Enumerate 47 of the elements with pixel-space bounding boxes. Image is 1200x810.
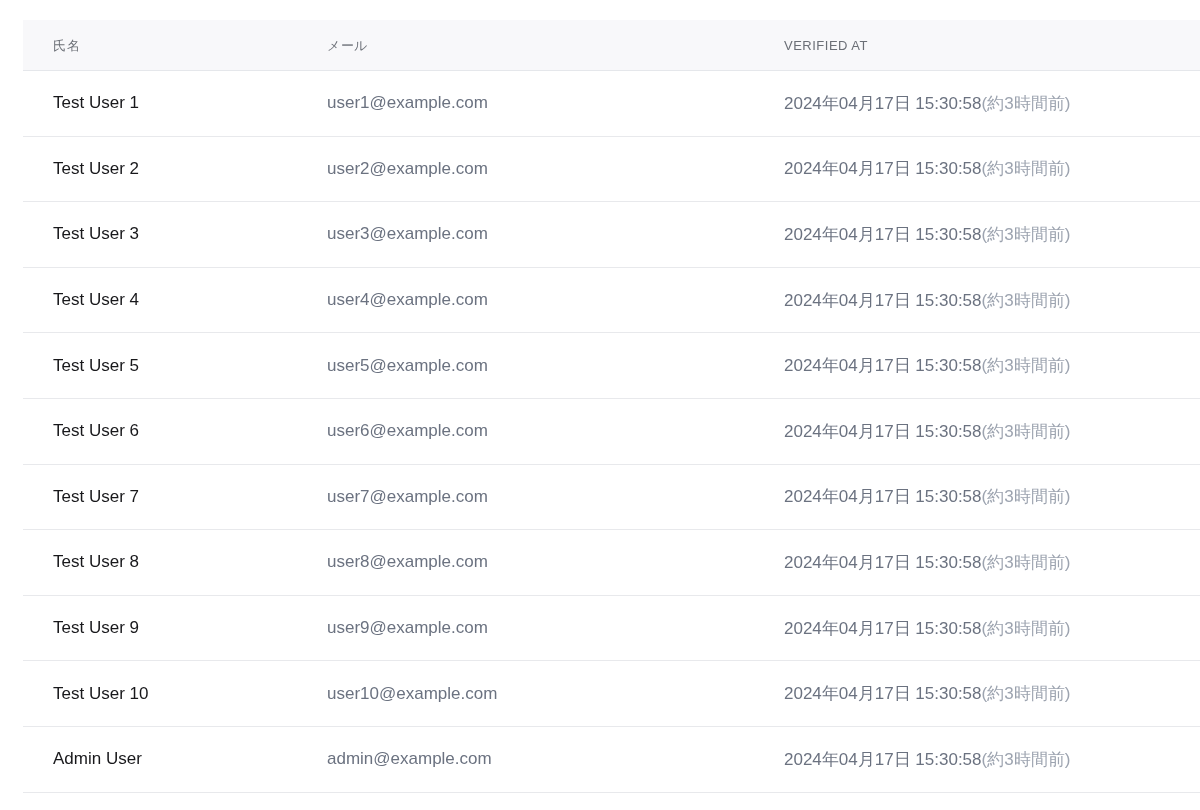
user-name: Test User 6	[53, 421, 139, 441]
relative-time: (約3時間前)	[981, 552, 1071, 572]
relative-time: (約3時間前)	[981, 356, 1071, 376]
user-name: Test User 1	[53, 93, 139, 113]
user-email: user10@example.com	[327, 683, 498, 703]
verified-datetime: 2024年04月17日 15:30:58	[784, 290, 982, 310]
user-name: Admin User	[53, 749, 142, 769]
user-name: Test User 5	[53, 355, 139, 375]
verified-datetime: 2024年04月17日 15:30:58	[784, 749, 982, 769]
relative-time: (約3時間前)	[981, 159, 1071, 179]
column-header: 氏名	[53, 37, 80, 53]
relative-time: (約3時間前)	[981, 749, 1071, 769]
user-email: user9@example.com	[327, 618, 488, 638]
user-name: Test User 7	[53, 486, 139, 506]
user-email: user8@example.com	[327, 552, 488, 572]
user-email: user4@example.com	[327, 290, 488, 310]
verified-datetime: 2024年04月17日 15:30:58	[784, 356, 982, 376]
user-email: user6@example.com	[327, 421, 488, 441]
relative-time: (約3時間前)	[981, 684, 1071, 704]
column-header: VERIFIED AT	[784, 38, 868, 53]
user-name: Test User 8	[53, 552, 139, 572]
verified-datetime: 2024年04月17日 15:30:58	[784, 93, 982, 113]
user-name: Test User 10	[53, 683, 149, 703]
user-name: Test User 9	[53, 618, 139, 638]
relative-time: (約3時間前)	[981, 421, 1071, 441]
verified-datetime: 2024年04月17日 15:30:58	[784, 618, 982, 638]
relative-time: (約3時間前)	[981, 225, 1071, 244]
relative-time: (約3時間前)	[981, 487, 1071, 507]
user-email: user2@example.com	[327, 158, 488, 178]
user-email: user5@example.com	[327, 355, 488, 375]
user-email: user7@example.com	[327, 486, 488, 506]
user-name: Test User 3	[53, 224, 139, 244]
verified-datetime: 2024年04月17日 15:30:58	[784, 225, 982, 244]
user-email: user1@example.com	[327, 93, 488, 113]
relative-time: (約3時間前)	[981, 93, 1071, 113]
user-email: admin@example.com	[327, 749, 492, 769]
verified-datetime: 2024年04月17日 15:30:58	[784, 487, 982, 507]
column-header: メール	[327, 37, 368, 53]
verified-datetime: 2024年04月17日 15:30:58	[784, 159, 982, 179]
verified-datetime: 2024年04月17日 15:30:58	[784, 684, 982, 704]
relative-time: (約3時間前)	[981, 618, 1071, 638]
user-name: Test User 4	[53, 290, 139, 310]
verified-datetime: 2024年04月17日 15:30:58	[784, 421, 982, 441]
verified-datetime: 2024年04月17日 15:30:58	[784, 552, 982, 572]
user-email: user3@example.com	[327, 224, 488, 244]
relative-time: (約3時間前)	[981, 290, 1071, 310]
user-name: Test User 2	[53, 158, 139, 178]
